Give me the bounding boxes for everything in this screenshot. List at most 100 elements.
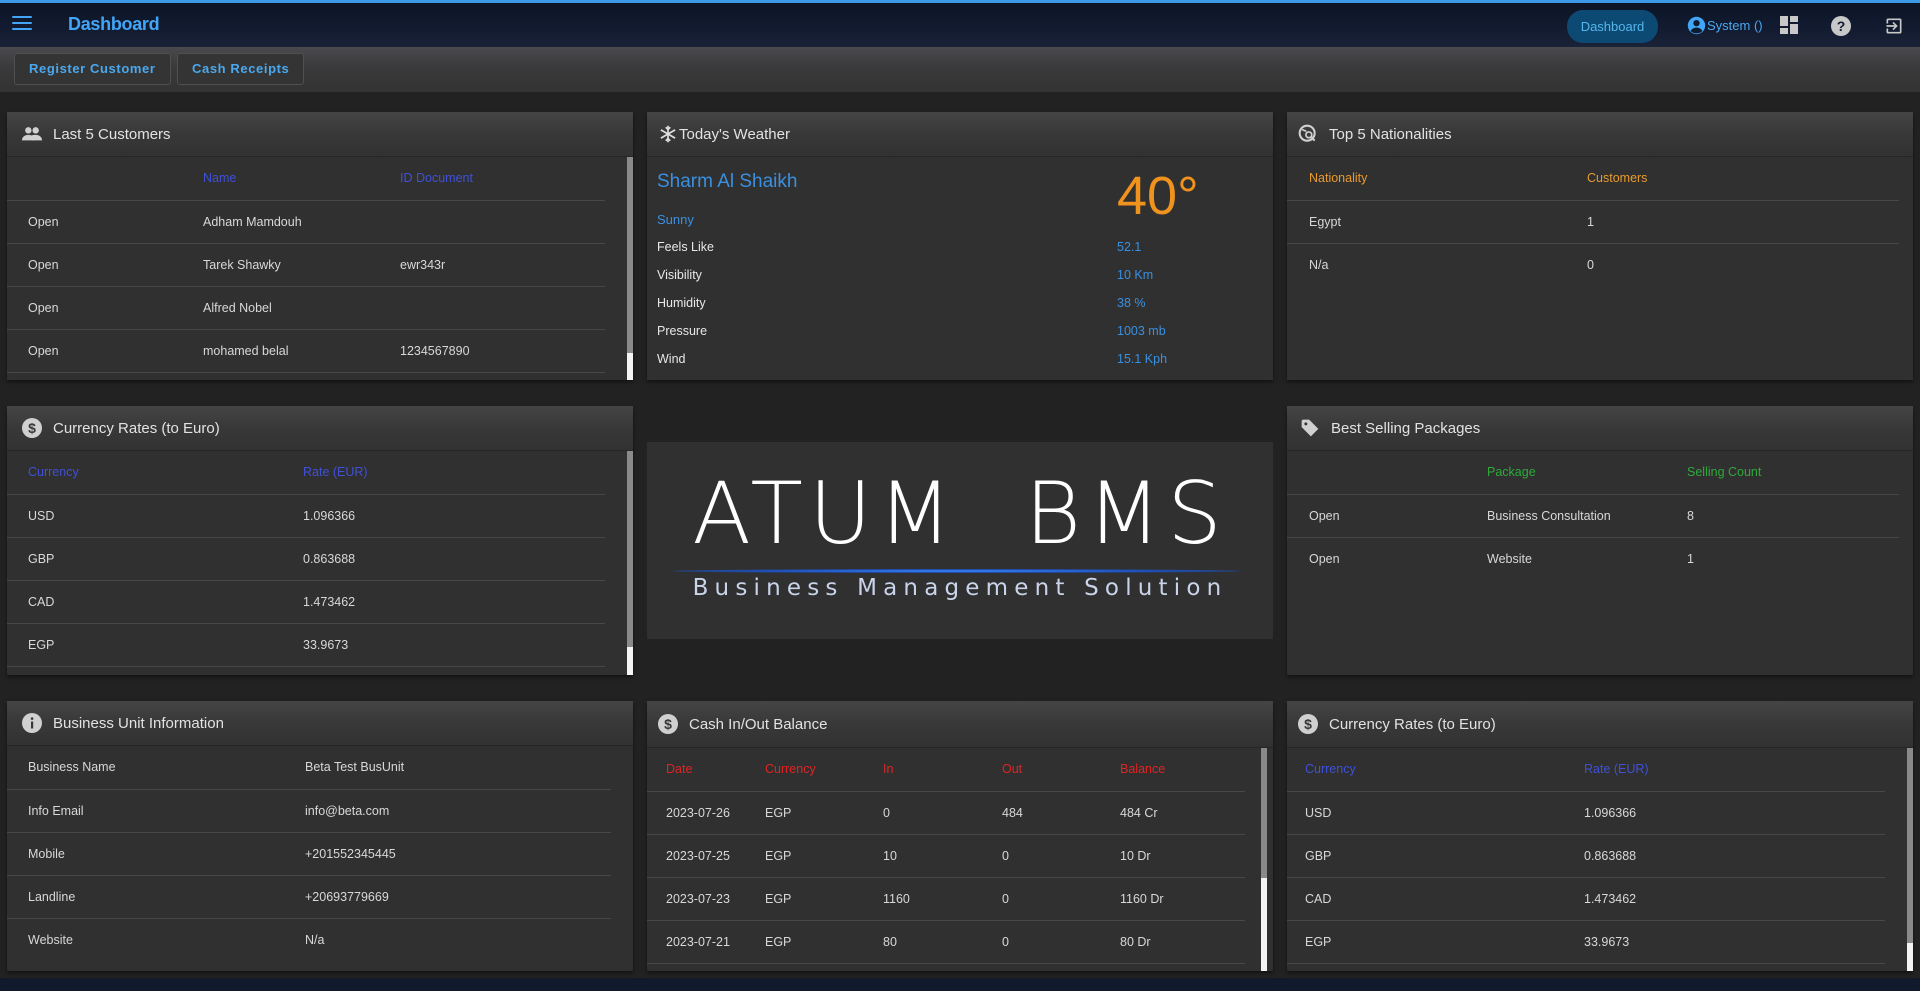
dashboard-nav-button[interactable]: Dashboard bbox=[1567, 10, 1658, 43]
table-row: GBP 0.863688 bbox=[1287, 834, 1885, 878]
package-count: 1 bbox=[1687, 551, 1694, 566]
column-header-rate[interactable]: Rate (EUR) bbox=[303, 451, 605, 495]
cash-receipts-button[interactable]: Cash Receipts bbox=[177, 53, 305, 85]
weather-label: Feels Like bbox=[657, 240, 714, 254]
logo-tagline: Business Management Solution bbox=[692, 575, 1228, 601]
card-header: $ Cash In/Out Balance bbox=[647, 701, 1273, 748]
column-header-currency[interactable]: Currency bbox=[765, 748, 883, 792]
scrollbar-thumb[interactable] bbox=[627, 451, 633, 647]
open-link[interactable]: Open bbox=[7, 286, 203, 330]
card-title: Last 5 Customers bbox=[53, 125, 171, 143]
scrollbar-thumb[interactable] bbox=[1261, 748, 1267, 878]
table-row: Website N/a bbox=[7, 918, 611, 961]
customer-name: Tarek Shawky bbox=[203, 243, 400, 287]
column-header-rate[interactable]: Rate (EUR) bbox=[1584, 748, 1885, 792]
currency-rate: 33.9673 bbox=[1584, 920, 1885, 964]
weather-value: 38 % bbox=[1117, 296, 1146, 310]
logo-divider bbox=[672, 569, 1242, 573]
column-header-customers[interactable]: Customers bbox=[1587, 157, 1899, 201]
column-header bbox=[7, 157, 203, 201]
last-customers-card: Last 5 Customers Name ID Document Open A… bbox=[7, 112, 633, 380]
help-icon[interactable]: ? bbox=[1831, 16, 1851, 36]
column-header bbox=[1287, 451, 1487, 495]
table-row: N/a 0 bbox=[1287, 243, 1899, 286]
open-link[interactable]: Open bbox=[1287, 537, 1487, 580]
column-header-date[interactable]: Date bbox=[647, 748, 765, 792]
card-header: Business Unit Information bbox=[7, 701, 633, 746]
currency-rate: 1.473462 bbox=[1584, 877, 1885, 921]
open-link[interactable]: Open bbox=[7, 329, 203, 373]
customer-name: Alfred Nobel bbox=[203, 286, 400, 330]
user-menu-button[interactable]: System () bbox=[1687, 16, 1763, 35]
scrollbar[interactable] bbox=[627, 157, 633, 380]
dollar-circle-icon: $ bbox=[657, 713, 679, 735]
svg-text:$: $ bbox=[664, 716, 672, 732]
nationality-count: 1 bbox=[1587, 200, 1899, 244]
currency-code: USD bbox=[1287, 791, 1584, 835]
scrollbar[interactable] bbox=[627, 451, 633, 675]
open-link[interactable]: Open bbox=[7, 243, 203, 287]
column-header-balance[interactable]: Balance bbox=[1120, 748, 1245, 792]
scrollbar[interactable] bbox=[1907, 748, 1913, 971]
menu-icon[interactable] bbox=[12, 16, 32, 32]
currency-code: CAD bbox=[1287, 877, 1584, 921]
register-customer-button[interactable]: Register Customer bbox=[14, 53, 171, 85]
table-row: 2023-07-23 EGP 1160 0 1160 Dr bbox=[647, 877, 1245, 921]
account-circle-icon bbox=[1687, 16, 1706, 35]
card-header: Today's Weather bbox=[647, 112, 1273, 157]
scrollbar-thumb[interactable] bbox=[627, 157, 633, 353]
column-header-name[interactable]: Name bbox=[203, 157, 400, 201]
best-selling-packages-card: Best Selling Packages Package Selling Co… bbox=[1287, 406, 1913, 675]
weather-label: Humidity bbox=[657, 296, 706, 310]
column-header-currency[interactable]: Currency bbox=[1287, 748, 1584, 792]
cash-balance: 484 Cr bbox=[1120, 791, 1245, 835]
info-value: info@beta.com bbox=[305, 789, 611, 833]
weather-value: 52.1 bbox=[1117, 240, 1142, 254]
card-title: Currency Rates (to Euro) bbox=[53, 419, 220, 437]
column-header-selling-count[interactable]: Selling Count bbox=[1687, 451, 1899, 495]
card-title: Currency Rates (to Euro) bbox=[1329, 715, 1496, 733]
table-row: 2023-07-21 EGP 80 0 80 Dr bbox=[647, 920, 1245, 964]
cash-in: 1160 bbox=[883, 877, 1002, 921]
card-header: $ Currency Rates (to Euro) bbox=[1287, 701, 1913, 748]
info-value: +20693779669 bbox=[305, 875, 611, 919]
info-value: +201552345445 bbox=[305, 832, 611, 876]
customer-id-document bbox=[400, 286, 605, 330]
business-unit-card: Business Unit Information Business Name … bbox=[7, 701, 633, 971]
table-row: CAD 1.473462 bbox=[1287, 877, 1885, 921]
people-icon bbox=[21, 123, 43, 145]
table-row: USD 1.096366 bbox=[7, 494, 605, 538]
column-header-nationality[interactable]: Nationality bbox=[1287, 157, 1587, 201]
scrollbar[interactable] bbox=[1261, 748, 1267, 971]
top-app-bar: Dashboard Dashboard System () ? bbox=[0, 0, 1920, 47]
column-header-in[interactable]: In bbox=[883, 748, 1002, 792]
column-header-package[interactable]: Package bbox=[1487, 451, 1687, 495]
atum-bms-logo: ATUM BMS Business Management Solution bbox=[647, 442, 1273, 639]
weather-value: 10 Km bbox=[1117, 268, 1154, 282]
info-label: Mobile bbox=[7, 832, 305, 876]
column-header-id-document[interactable]: ID Document bbox=[400, 157, 605, 201]
cash-out: 0 bbox=[1002, 920, 1120, 964]
currency-code: USD bbox=[7, 494, 303, 538]
cash-in: 10 bbox=[883, 834, 1002, 878]
card-header: $ Currency Rates (to Euro) bbox=[7, 406, 633, 451]
card-header: Best Selling Packages bbox=[1287, 406, 1913, 451]
scrollbar-thumb[interactable] bbox=[1907, 748, 1913, 943]
cash-balance-card: $ Cash In/Out Balance Date Currency In O… bbox=[647, 701, 1273, 971]
info-label: Info Email bbox=[7, 789, 305, 833]
dashboard-grid-icon[interactable] bbox=[1780, 16, 1800, 36]
cash-currency: EGP bbox=[765, 834, 883, 878]
column-header-currency[interactable]: Currency bbox=[7, 451, 303, 495]
open-link[interactable]: Open bbox=[1287, 494, 1487, 538]
table-row: Business Name Beta Test BusUnit bbox=[7, 746, 611, 790]
column-header-out[interactable]: Out bbox=[1002, 748, 1120, 792]
packages-table: Package Selling Count Open Business Cons… bbox=[1287, 451, 1899, 580]
package-count: 8 bbox=[1687, 494, 1899, 538]
table-row: Info Email info@beta.com bbox=[7, 789, 611, 833]
cash-balance-table: Date Currency In Out Balance 2023-07-26 … bbox=[647, 748, 1245, 964]
nationalities-card: Top 5 Nationalities Nationality Customer… bbox=[1287, 112, 1913, 380]
open-link[interactable]: Open bbox=[7, 200, 203, 244]
cash-in: 0 bbox=[883, 791, 1002, 835]
card-title: Business Unit Information bbox=[53, 714, 224, 732]
logout-icon[interactable] bbox=[1884, 16, 1904, 36]
